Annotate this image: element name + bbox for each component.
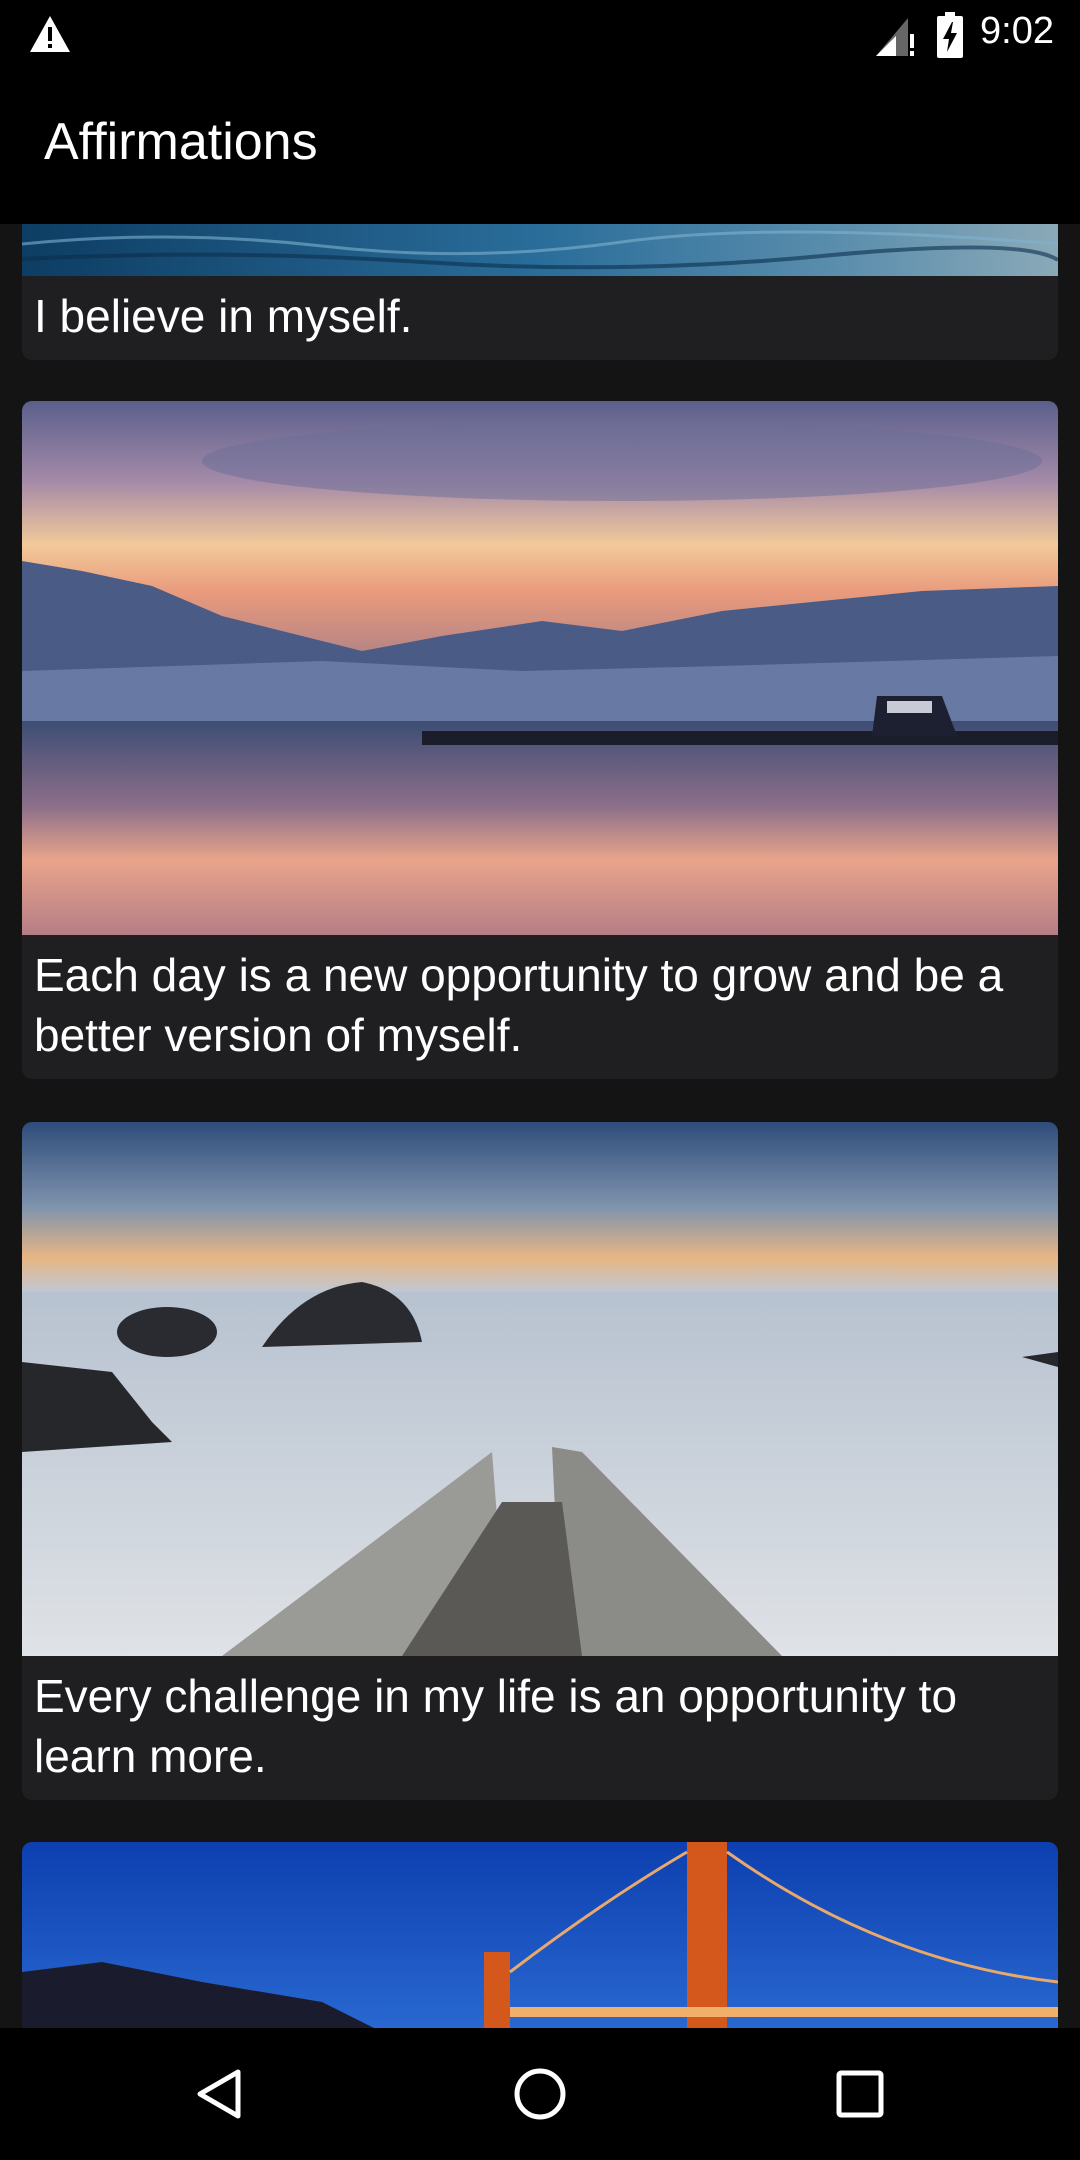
back-icon[interactable] xyxy=(190,2064,250,2124)
navigation-bar xyxy=(0,2028,1080,2160)
golden-gate-bridge-night-photo xyxy=(22,1842,1058,2028)
warning-icon xyxy=(30,16,70,52)
status-bar: 9:02 xyxy=(0,0,1080,72)
affirmation-card[interactable] xyxy=(22,1842,1058,2028)
battery-charging-icon xyxy=(937,12,963,58)
affirmations-list[interactable]: I believe in myself. Each day is a new o… xyxy=(0,224,1080,2028)
affirmation-text: Each day is a new opportunity to grow an… xyxy=(34,949,1004,1061)
clock-time: 9:02 xyxy=(980,10,1054,52)
lake-sunset-mountains-photo xyxy=(22,401,1058,935)
signal-icon xyxy=(876,18,914,56)
home-icon[interactable] xyxy=(510,2064,570,2124)
recents-icon[interactable] xyxy=(830,2064,890,2124)
affirmation-card[interactable]: I believe in myself. xyxy=(22,224,1058,360)
affirmation-card[interactable]: Each day is a new opportunity to grow an… xyxy=(22,401,1058,1079)
affirmation-text: I believe in myself. xyxy=(34,290,413,342)
affirmation-card[interactable]: Every challenge in my life is an opportu… xyxy=(22,1122,1058,1800)
affirmation-text: Every challenge in my life is an opportu… xyxy=(34,1670,958,1782)
page-title: Affirmations xyxy=(44,113,318,171)
rocky-coast-pier-photo xyxy=(22,1122,1058,1656)
ocean-water-photo xyxy=(22,224,1058,276)
app-bar: Affirmations xyxy=(0,72,1080,224)
